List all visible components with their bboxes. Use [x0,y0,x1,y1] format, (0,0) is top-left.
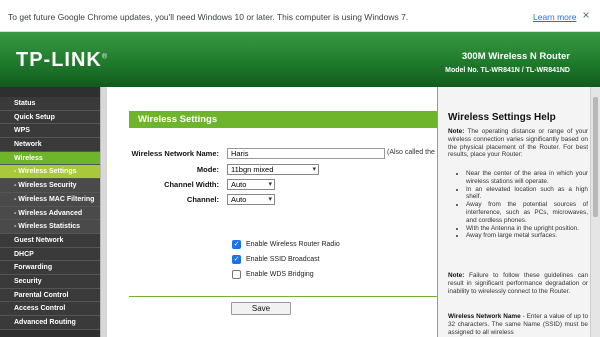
sidebar-item-network[interactable]: Network [0,138,107,152]
sidebar-item-quick-setup[interactable]: Quick Setup [0,110,107,125]
tp-link-logo: TP-LINK® [16,49,109,71]
list-item: Near the center of the area in which you… [466,170,588,186]
divider [129,296,437,297]
sidebar-item-wireless-security[interactable]: - Wireless Security [0,179,107,193]
sidebar-item-security[interactable]: Security [0,274,107,289]
scrollbar-thumb[interactable] [593,97,598,217]
help-scrollbar[interactable] [590,87,600,337]
enable-wds-checkbox[interactable] [232,270,241,279]
channel-select[interactable]: Auto ▾ [227,194,275,205]
help-note-1: Note: The operating distance or range of… [448,128,588,159]
list-item: In an elevated location such as a high s… [466,186,588,202]
enable-radio-label: Enable Wireless Router Radio [246,241,340,248]
sidebar-item-wireless-mac-filtering[interactable]: - Wireless MAC Filtering [0,192,107,207]
sidebar-item-status[interactable]: Status [0,97,107,111]
list-item: Away from the potential sources of inter… [466,201,588,224]
sidebar-item-parental-control[interactable]: Parental Control [0,288,107,303]
sidebar-item-wireless-statistics[interactable]: - Wireless Statistics [0,220,107,234]
list-item: Away from large metal surfaces. [466,232,588,240]
sidebar-item-dhcp[interactable]: DHCP [0,247,107,262]
sidebar-item-forwarding[interactable]: Forwarding [0,261,107,275]
help-bullet-list: Near the center of the area in which you… [456,170,588,240]
sidebar-menu: Status Quick Setup WPS Network Wireless … [0,87,107,337]
wireless-settings-panel: Wireless Settings Wireless Network Name:… [107,87,437,337]
close-icon[interactable]: × [580,9,592,21]
help-network-name: Wireless Network Name - Enter a value of… [448,313,589,336]
sidebar-item-wireless[interactable]: Wireless [0,151,107,166]
enable-ssid-checkbox[interactable]: ✓ [232,255,241,264]
sidebar-item-advanced-routing[interactable]: Advanced Routing [0,316,107,330]
sidebar-item-access-control[interactable]: Access Control [0,302,107,316]
model-number: Model No. TL-WR841N / TL-WR841ND [445,67,570,74]
save-button[interactable]: Save [231,302,291,315]
network-name-input[interactable]: Haris [227,148,385,159]
product-name: 300M Wireless N Router [461,51,570,62]
chevron-down-icon: ▾ [312,166,316,173]
help-title: Wireless Settings Help [448,112,556,123]
help-note-2: Note: Failure to follow these guidelines… [448,272,588,295]
section-title: Wireless Settings [129,111,437,128]
mode-select[interactable]: 11bgn mixed ▾ [227,164,319,175]
enable-radio-checkbox[interactable]: ✓ [232,240,241,249]
chevron-down-icon: ▾ [268,196,272,203]
help-panel: Wireless Settings Help Note: The operati… [437,87,600,337]
sidebar-item-wireless-settings[interactable]: - Wireless Settings [0,165,107,180]
sidebar-item-guest-network[interactable]: Guest Network [0,233,107,248]
enable-ssid-label: Enable SSID Broadcast [246,256,320,263]
list-item: With the Antenna in the upright position… [466,225,588,233]
chevron-down-icon: ▾ [268,181,272,188]
mode-label: Mode: [196,165,219,174]
sidebar-item-wireless-advanced[interactable]: - Wireless Advanced [0,206,107,221]
menu-scrollbar[interactable] [100,87,107,337]
network-name-label: Wireless Network Name: [131,149,219,158]
channel-width-label: Channel Width: [164,180,219,189]
infobar-message: To get future Google Chrome updates, you… [8,12,409,22]
router-header: TP-LINK® 300M Wireless N Router Model No… [0,32,600,87]
sidebar-item-wps[interactable]: WPS [0,124,107,139]
enable-wds-label: Enable WDS Bridging [246,271,314,278]
learn-more-link[interactable]: Learn more [533,12,576,22]
channel-label: Channel: [186,195,219,204]
channel-width-select[interactable]: Auto ▾ [227,179,275,190]
chrome-infobar: To get future Google Chrome updates, you… [0,0,600,32]
network-name-note: (Also called the [387,149,435,156]
